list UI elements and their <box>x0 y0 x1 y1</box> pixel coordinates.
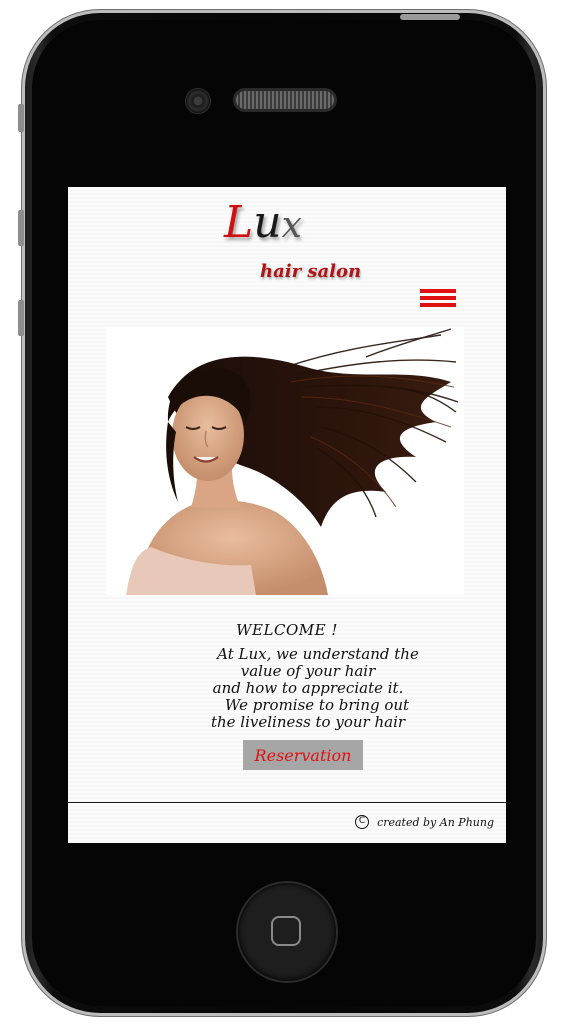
woman-with-flowing-hair-image <box>106 327 464 595</box>
hero-image <box>106 327 464 595</box>
home-button[interactable] <box>238 883 336 981</box>
footer-divider <box>68 802 506 803</box>
home-square-icon <box>271 916 301 946</box>
hamburger-menu-icon[interactable] <box>420 289 456 309</box>
welcome-line: We promise to bring out <box>224 696 410 714</box>
logo-letter-u: u <box>253 197 282 248</box>
salon-logo[interactable]: Lux hair salon <box>220 199 380 283</box>
welcome-line: value of your hair <box>240 662 376 680</box>
volume-down-button <box>18 300 24 336</box>
copyright-icon: C <box>355 815 370 829</box>
logo-wordmark: Lux <box>224 201 302 245</box>
volume-up-button <box>18 210 24 246</box>
website-screen: Lux hair salon WELCOME ! At Lux, we unde… <box>68 187 506 843</box>
welcome-line: the liveliness to your hair <box>210 713 406 731</box>
menu-bar-bottom <box>420 303 456 307</box>
logo-tagline: hair salon <box>260 261 362 282</box>
logo-letter-x: x <box>281 205 302 246</box>
welcome-line: and how to appreciate it. <box>212 679 404 697</box>
welcome-line: At Lux, we understand the <box>217 645 419 663</box>
footer: C created by An Phung <box>355 815 494 829</box>
welcome-title: WELCOME ! <box>236 621 338 639</box>
reservation-button[interactable]: Reservation <box>243 740 363 770</box>
footer-credit: created by An Phung <box>377 815 494 829</box>
front-camera <box>186 89 210 113</box>
earpiece-speaker <box>236 91 334 109</box>
logo-letter-l: L <box>224 197 254 248</box>
welcome-message: At Lux, we understand the value of your … <box>168 646 448 731</box>
menu-bar-top <box>420 289 456 293</box>
mute-switch <box>18 104 24 132</box>
menu-bar-middle <box>420 296 456 300</box>
